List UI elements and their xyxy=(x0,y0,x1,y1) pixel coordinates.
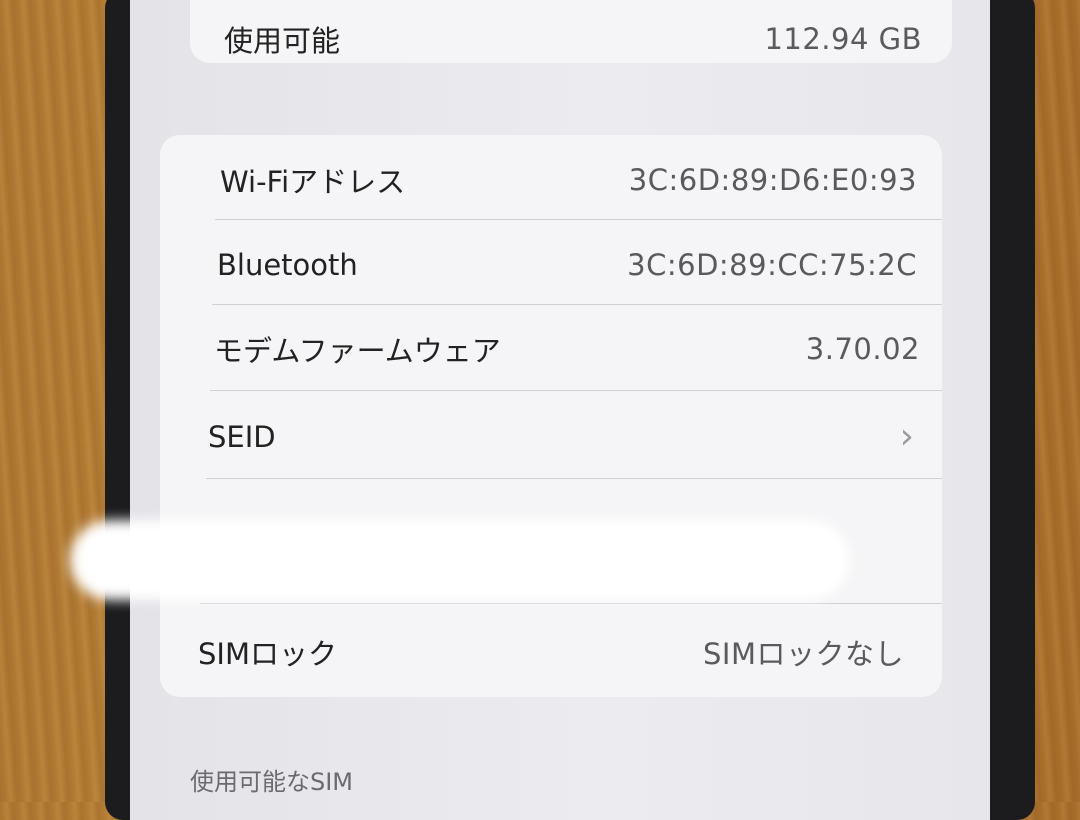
row-separator xyxy=(200,603,942,604)
available-label: 使用可能 xyxy=(224,24,341,58)
available-row: 使用可能 112.94 GB xyxy=(190,18,952,60)
modem-firmware-value: 3.70.02 xyxy=(805,332,920,366)
seid-label: SEID xyxy=(208,420,276,454)
seid-row[interactable]: SEID › xyxy=(160,408,942,466)
bluetooth-row: Bluetooth 3C:6D:89:CC:75:2C xyxy=(160,236,942,294)
modem-firmware-row: モデムファームウェア 3.70.02 xyxy=(160,320,942,378)
sim-lock-value: SIMロックなし xyxy=(703,637,904,671)
bluetooth-label: Bluetooth xyxy=(217,248,358,282)
row-separator xyxy=(206,478,942,479)
wifi-address-value: 3C:6D:89:D6:E0:93 xyxy=(628,163,917,197)
storage-group: 使用可能 112.94 GB xyxy=(190,0,952,63)
settings-screen: 使用可能 112.94 GB Wi-Fiアドレス 3C:6D:89:D6:E0:… xyxy=(130,0,990,820)
bluetooth-value: 3C:6D:89:CC:75:2C xyxy=(627,248,917,282)
redaction-overlay xyxy=(70,520,850,600)
row-separator xyxy=(212,304,942,305)
row-separator xyxy=(210,390,942,391)
network-info-group: Wi-Fiアドレス 3C:6D:89:D6:E0:93 Bluetooth 3C… xyxy=(160,135,942,697)
sim-lock-label: SIMロック xyxy=(198,637,337,671)
sim-lock-row: SIMロック SIMロックなし xyxy=(160,623,942,681)
available-sim-header: 使用可能なSIM xyxy=(190,768,354,796)
wifi-address-row: Wi-Fiアドレス 3C:6D:89:D6:E0:93 xyxy=(160,151,942,209)
wifi-address-label: Wi-Fiアドレス xyxy=(220,165,406,199)
modem-firmware-label: モデムファームウェア xyxy=(214,334,501,368)
row-separator xyxy=(215,219,942,220)
available-value: 112.94 GB xyxy=(764,22,922,56)
chevron-right-icon: › xyxy=(899,416,914,457)
